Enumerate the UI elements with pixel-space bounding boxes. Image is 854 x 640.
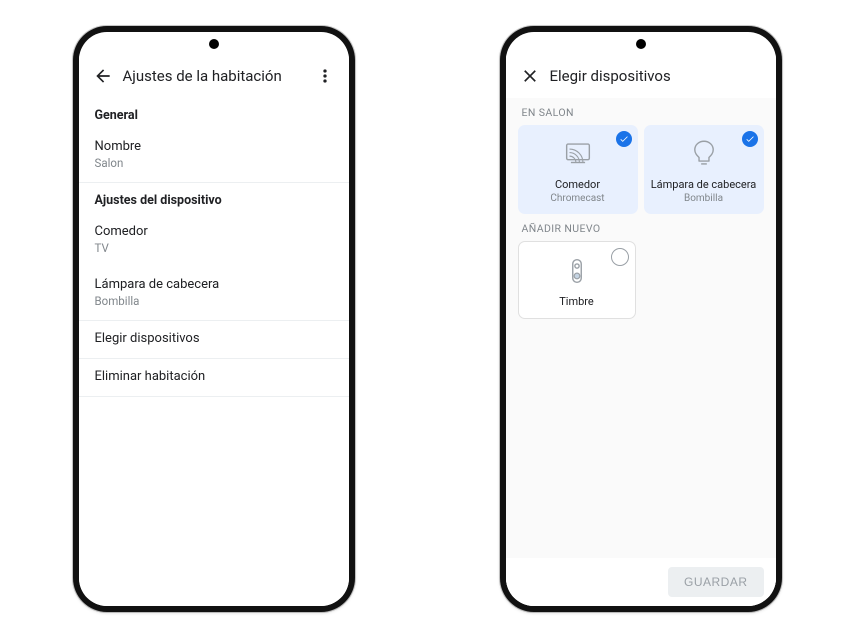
category-add-new-label: AÑADIR NUEVO xyxy=(506,214,776,241)
more-vert-icon xyxy=(315,66,335,86)
tile-lampara-sub: Bombilla xyxy=(684,193,723,204)
row-device-lampara[interactable]: Lámpara de cabecera Bombilla xyxy=(79,267,349,321)
row-device-comedor-title: Comedor xyxy=(95,224,333,239)
unselected-badge xyxy=(611,248,629,266)
app-bar: Ajustes de la habitación xyxy=(79,54,349,98)
cast-tv-icon xyxy=(561,137,595,171)
save-button[interactable]: GUARDAR xyxy=(668,567,764,597)
row-name-value: Salon xyxy=(95,156,333,170)
row-name-title: Nombre xyxy=(95,139,333,154)
tile-timbre-name: Timbre xyxy=(559,296,594,309)
screen-choose-devices: Elegir dispositivos EN SALON Comedor Chr… xyxy=(506,54,776,606)
tile-lampara[interactable]: Lámpara de cabecera Bombilla xyxy=(644,125,764,214)
bottom-action-bar: GUARDAR xyxy=(506,558,776,606)
section-device-label: Ajustes del dispositivo xyxy=(79,183,349,214)
device-grid-add-new: Timbre xyxy=(506,241,776,320)
tile-comedor-sub: Chromecast xyxy=(550,193,604,204)
close-button[interactable] xyxy=(510,56,550,96)
phone-left-inner: Ajustes de la habitación General Nombre … xyxy=(79,32,349,606)
selected-badge xyxy=(742,131,758,147)
tile-timbre[interactable]: Timbre xyxy=(518,241,636,320)
screen-room-settings: Ajustes de la habitación General Nombre … xyxy=(79,54,349,606)
tile-comedor-name: Comedor xyxy=(555,179,600,192)
row-delete-room[interactable]: Eliminar habitación xyxy=(79,359,349,397)
overflow-menu-button[interactable] xyxy=(305,56,345,96)
bulb-icon xyxy=(687,137,721,171)
row-device-lampara-title: Lámpara de cabecera xyxy=(95,277,333,292)
row-device-comedor[interactable]: Comedor TV xyxy=(79,214,349,267)
row-device-lampara-sub: Bombilla xyxy=(95,294,333,308)
tile-comedor[interactable]: Comedor Chromecast xyxy=(518,125,638,214)
device-grid-in-room: Comedor Chromecast Lámpara de cabecera B… xyxy=(506,125,776,214)
app-bar-title: Elegir dispositivos xyxy=(550,67,772,85)
row-choose-devices[interactable]: Elegir dispositivos xyxy=(79,321,349,359)
row-device-comedor-sub: TV xyxy=(95,241,333,255)
selected-badge xyxy=(616,131,632,147)
check-icon xyxy=(619,134,629,144)
row-name[interactable]: Nombre Salon xyxy=(79,129,349,183)
camera-notch xyxy=(209,39,219,49)
row-delete-room-title: Eliminar habitación xyxy=(95,369,333,384)
phone-right: Elegir dispositivos EN SALON Comedor Chr… xyxy=(500,26,782,612)
phone-right-inner: Elegir dispositivos EN SALON Comedor Chr… xyxy=(506,32,776,606)
back-button[interactable] xyxy=(83,56,123,96)
camera-notch xyxy=(636,39,646,49)
doorbell-icon xyxy=(560,254,594,288)
row-choose-devices-title: Elegir dispositivos xyxy=(95,331,333,346)
check-icon xyxy=(745,134,755,144)
app-bar: Elegir dispositivos xyxy=(506,54,776,98)
close-icon xyxy=(520,66,540,86)
arrow-left-icon xyxy=(93,66,113,86)
category-in-room-label: EN SALON xyxy=(506,98,776,125)
section-general-label: General xyxy=(79,98,349,129)
app-bar-title: Ajustes de la habitación xyxy=(123,67,305,85)
tile-lampara-name: Lámpara de cabecera xyxy=(651,179,757,192)
phone-left: Ajustes de la habitación General Nombre … xyxy=(73,26,355,612)
